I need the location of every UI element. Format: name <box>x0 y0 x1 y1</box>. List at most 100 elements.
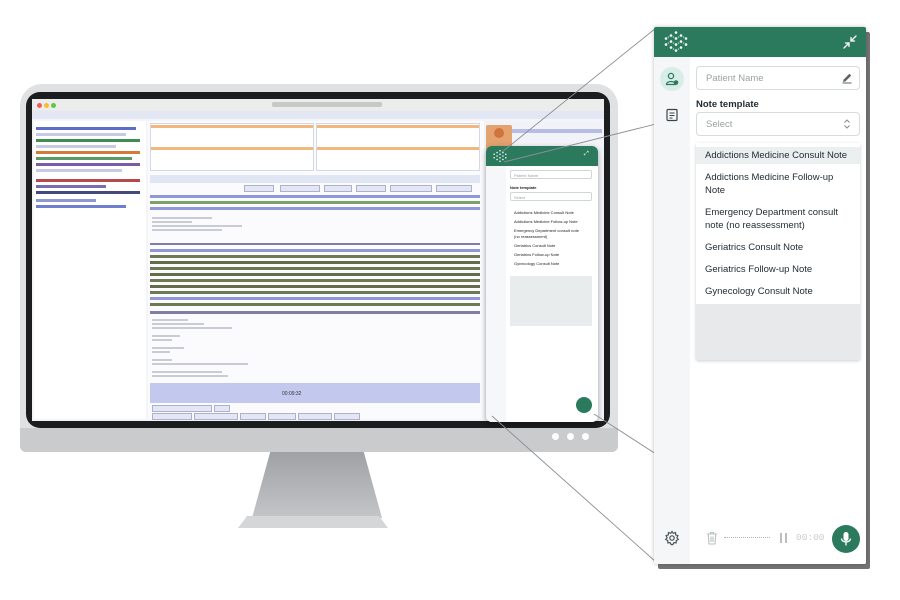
note-text-line <box>152 347 184 349</box>
notes-tab[interactable] <box>660 103 684 127</box>
sidebar-header <box>510 129 602 133</box>
panel-content: Note template Select Addictions Medicine… <box>690 57 866 564</box>
note-row <box>150 311 480 314</box>
chevron-up-down-icon <box>844 119 850 129</box>
filter-button[interactable] <box>324 185 352 192</box>
collapse-arrows-icon[interactable] <box>842 34 858 50</box>
note-row <box>150 285 480 288</box>
recording-bar <box>150 383 480 403</box>
action-button[interactable] <box>334 413 360 420</box>
list-item[interactable] <box>36 205 126 208</box>
action-button[interactable] <box>240 413 266 420</box>
action-button[interactable] <box>268 413 296 420</box>
template-option[interactable]: Geriatrics Consult Note <box>696 239 860 256</box>
list-item[interactable] <box>36 199 96 202</box>
note-text-line <box>152 229 222 231</box>
mini-template-option[interactable]: Geriatrics Consult Note <box>514 243 555 248</box>
avatar-head <box>494 128 504 138</box>
trash-icon[interactable] <box>706 531 718 545</box>
panel-side-rail <box>654 57 690 564</box>
note-text-line <box>152 375 228 377</box>
note-row <box>150 243 480 245</box>
accept-button[interactable] <box>214 405 230 412</box>
note-row <box>150 303 480 306</box>
list-item[interactable] <box>36 179 140 182</box>
list-item[interactable] <box>36 191 140 194</box>
mini-panel-rail <box>486 166 506 422</box>
pause-bar <box>785 533 787 543</box>
window-title <box>272 102 382 107</box>
select-placeholder: Select <box>706 119 733 130</box>
minimize-dot-icon[interactable] <box>44 103 49 108</box>
search-input[interactable] <box>244 185 274 192</box>
note-row <box>150 261 480 264</box>
list-item[interactable] <box>36 163 140 166</box>
mini-template-option[interactable]: Geriatrics Follow-up Note <box>514 252 559 257</box>
close-dot-icon[interactable] <box>37 103 42 108</box>
filter-button[interactable] <box>436 185 472 192</box>
mini-template-option[interactable]: Emergency Department consult note <box>514 228 579 233</box>
pencil-icon[interactable] <box>841 72 853 84</box>
session-timer: 00:09:32 <box>282 391 302 397</box>
list-item[interactable] <box>36 139 140 142</box>
note-row <box>150 255 480 258</box>
indicator-dot <box>567 433 574 440</box>
note-input[interactable] <box>152 405 212 412</box>
gear-icon[interactable] <box>664 530 680 546</box>
note-template-select[interactable]: Select <box>696 112 860 136</box>
patient-icon <box>665 72 679 86</box>
list-item[interactable] <box>36 145 116 148</box>
pause-icon[interactable] <box>780 533 788 543</box>
monitor-chin <box>20 428 618 452</box>
note-row <box>150 249 480 252</box>
chart-workspace <box>148 121 484 420</box>
template-option[interactable]: Gynecology Consult Note <box>696 283 860 300</box>
template-option[interactable]: Addictions Medicine Consult Note <box>696 147 860 164</box>
template-option[interactable]: Addictions Medicine Follow-up Note <box>696 169 860 199</box>
indicator-dot <box>582 433 589 440</box>
filter-input[interactable] <box>280 185 320 192</box>
mini-template-option[interactable]: Gynecology Consult Note <box>514 261 559 266</box>
patient-tab[interactable] <box>660 67 684 91</box>
toolbar <box>150 175 480 183</box>
mini-patient-name-input[interactable]: Patient Name <box>510 170 592 179</box>
filter-button[interactable] <box>356 185 386 192</box>
patient-name-field[interactable] <box>696 66 860 90</box>
mini-note-template-select[interactable]: Select <box>510 192 592 201</box>
note-text-line <box>152 335 180 337</box>
action-button[interactable] <box>194 413 238 420</box>
note-row <box>150 297 480 300</box>
zoom-dot-icon[interactable] <box>51 103 56 108</box>
note-row <box>150 201 480 204</box>
action-button[interactable] <box>152 413 192 420</box>
list-item[interactable] <box>36 151 140 154</box>
note-row <box>150 273 480 276</box>
list-item[interactable] <box>36 133 126 136</box>
note-row <box>150 291 480 294</box>
mini-template-option[interactable]: Addictions Medicine Consult Note <box>514 210 574 215</box>
filter-button[interactable] <box>390 185 432 192</box>
list-item[interactable] <box>36 185 106 188</box>
list-item[interactable] <box>36 169 122 172</box>
patient-name-input[interactable] <box>697 67 835 89</box>
monitor-stand-neck <box>252 452 382 518</box>
template-option[interactable]: Geriatrics Follow-up Note <box>696 261 860 278</box>
note-template-label: Note template <box>696 99 759 110</box>
brand-logo-icon <box>493 149 507 163</box>
note-text-line <box>152 327 232 329</box>
template-option[interactable]: Emergency Department consult note (no re… <box>696 204 860 234</box>
mini-microphone-icon[interactable] <box>576 397 592 413</box>
template-dropdown: Addictions Medicine Consult Note Addicti… <box>696 143 860 360</box>
mini-template-option[interactable]: Addictions Medicine Follow-up Note <box>514 219 578 224</box>
patient-list[interactable] <box>34 121 146 419</box>
list-item[interactable] <box>36 127 136 130</box>
record-button[interactable] <box>832 525 860 553</box>
mini-panel-header: ⤢ <box>486 146 598 166</box>
scribe-panel: Note template Select Addictions Medicine… <box>654 27 866 564</box>
note-text-line <box>152 359 172 361</box>
action-button[interactable] <box>298 413 332 420</box>
note-text-line <box>152 225 242 227</box>
emr-menu-bar[interactable] <box>32 111 604 119</box>
list-item[interactable] <box>36 157 132 160</box>
expand-arrows-icon[interactable]: ⤢ <box>584 151 589 158</box>
